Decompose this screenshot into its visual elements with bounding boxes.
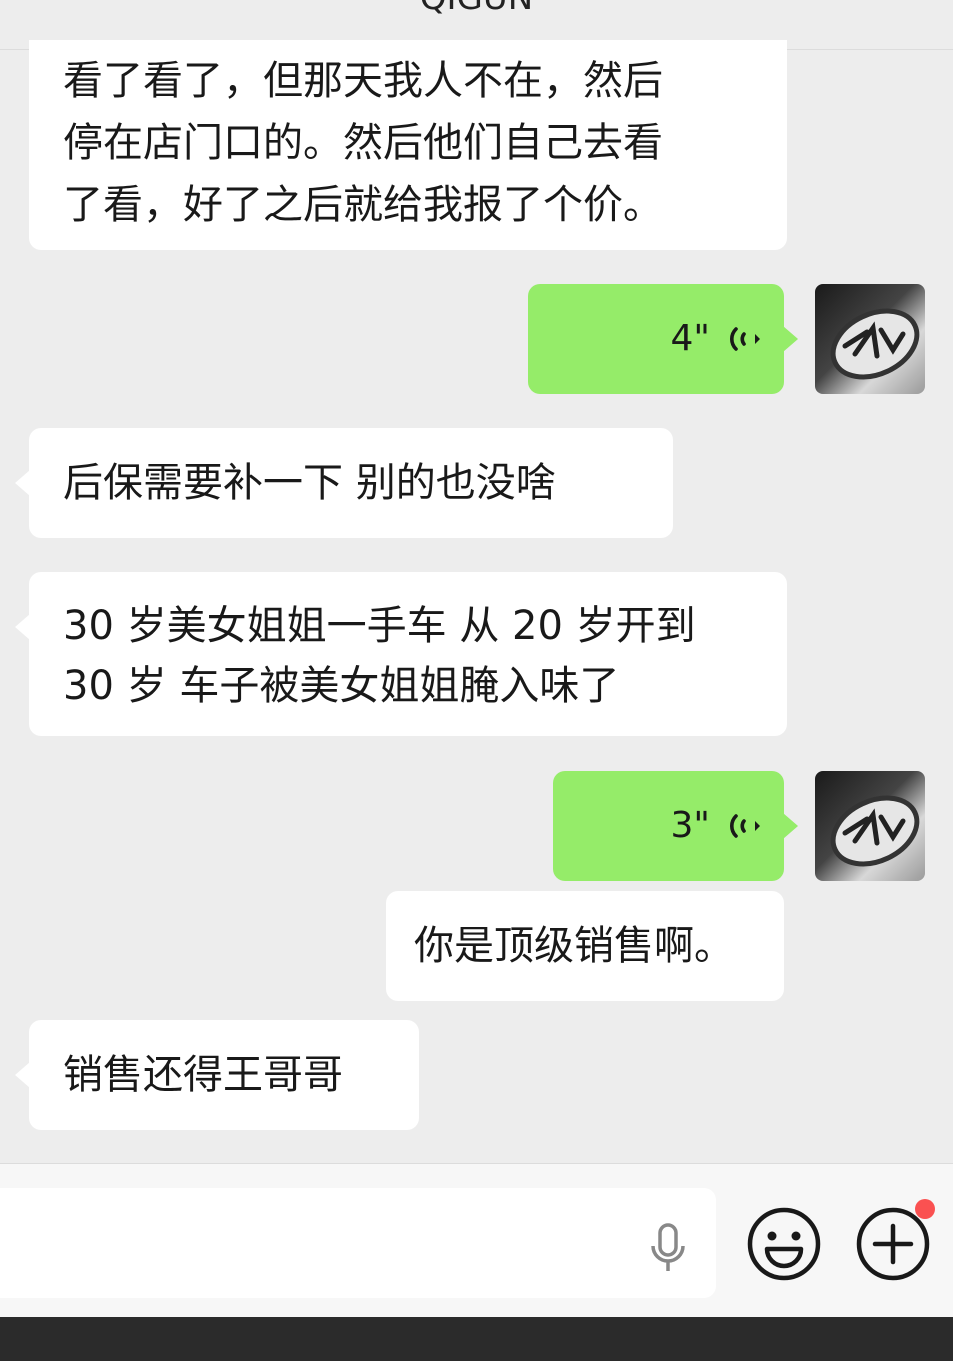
microphone-icon[interactable]	[648, 1222, 688, 1274]
system-nav-bar	[0, 1317, 953, 1361]
smiley-icon[interactable]	[745, 1205, 823, 1283]
message-text: 你是顶级销售啊。	[414, 923, 734, 969]
message-line: 了看，好了之后就给我报了个价。	[63, 182, 663, 228]
voice-duration: 4"	[670, 318, 710, 359]
avatar[interactable]	[815, 771, 925, 881]
voice-wave-icon	[730, 327, 760, 351]
incoming-message[interactable]: 看了看了，但那天我人不在，然后 停在店门口的。然后他们自己去看 了看，好了之后就…	[29, 40, 787, 250]
incoming-message[interactable]: 30 岁美女姐姐一手车 从 20 岁开到 30 岁 车子被美女姐姐腌入味了	[15, 572, 787, 736]
message-line: 停在店门口的。然后他们自己去看	[63, 120, 663, 166]
avatar[interactable]	[815, 284, 925, 394]
message-text: 后保需要补一下 别的也没啥	[63, 460, 556, 506]
voice-message[interactable]: 3"	[553, 771, 798, 881]
incoming-message[interactable]: 后保需要补一下 别的也没啥	[15, 428, 673, 538]
chat-title: QIGUN	[0, 0, 953, 18]
voice-wave-icon	[730, 814, 760, 838]
message-line: 30 岁美女姐姐一手车 从 20 岁开到	[63, 603, 696, 649]
message-line: 30 岁 车子被美女姐姐腌入味了	[63, 663, 620, 709]
message-line: 看了看了，但那天我人不在，然后	[63, 58, 663, 104]
avatar-logo-icon	[830, 795, 920, 867]
composer-bar	[0, 1163, 953, 1317]
outgoing-message[interactable]: 你是顶级销售啊。	[386, 891, 784, 1001]
message-input[interactable]	[0, 1188, 716, 1298]
message-text: 销售还得王哥哥	[63, 1052, 343, 1098]
notification-dot	[915, 1199, 935, 1219]
voice-duration: 3"	[670, 805, 710, 846]
voice-message[interactable]: 4"	[528, 284, 798, 394]
avatar-logo-icon	[830, 308, 920, 380]
incoming-message[interactable]: 销售还得王哥哥	[15, 1020, 419, 1130]
